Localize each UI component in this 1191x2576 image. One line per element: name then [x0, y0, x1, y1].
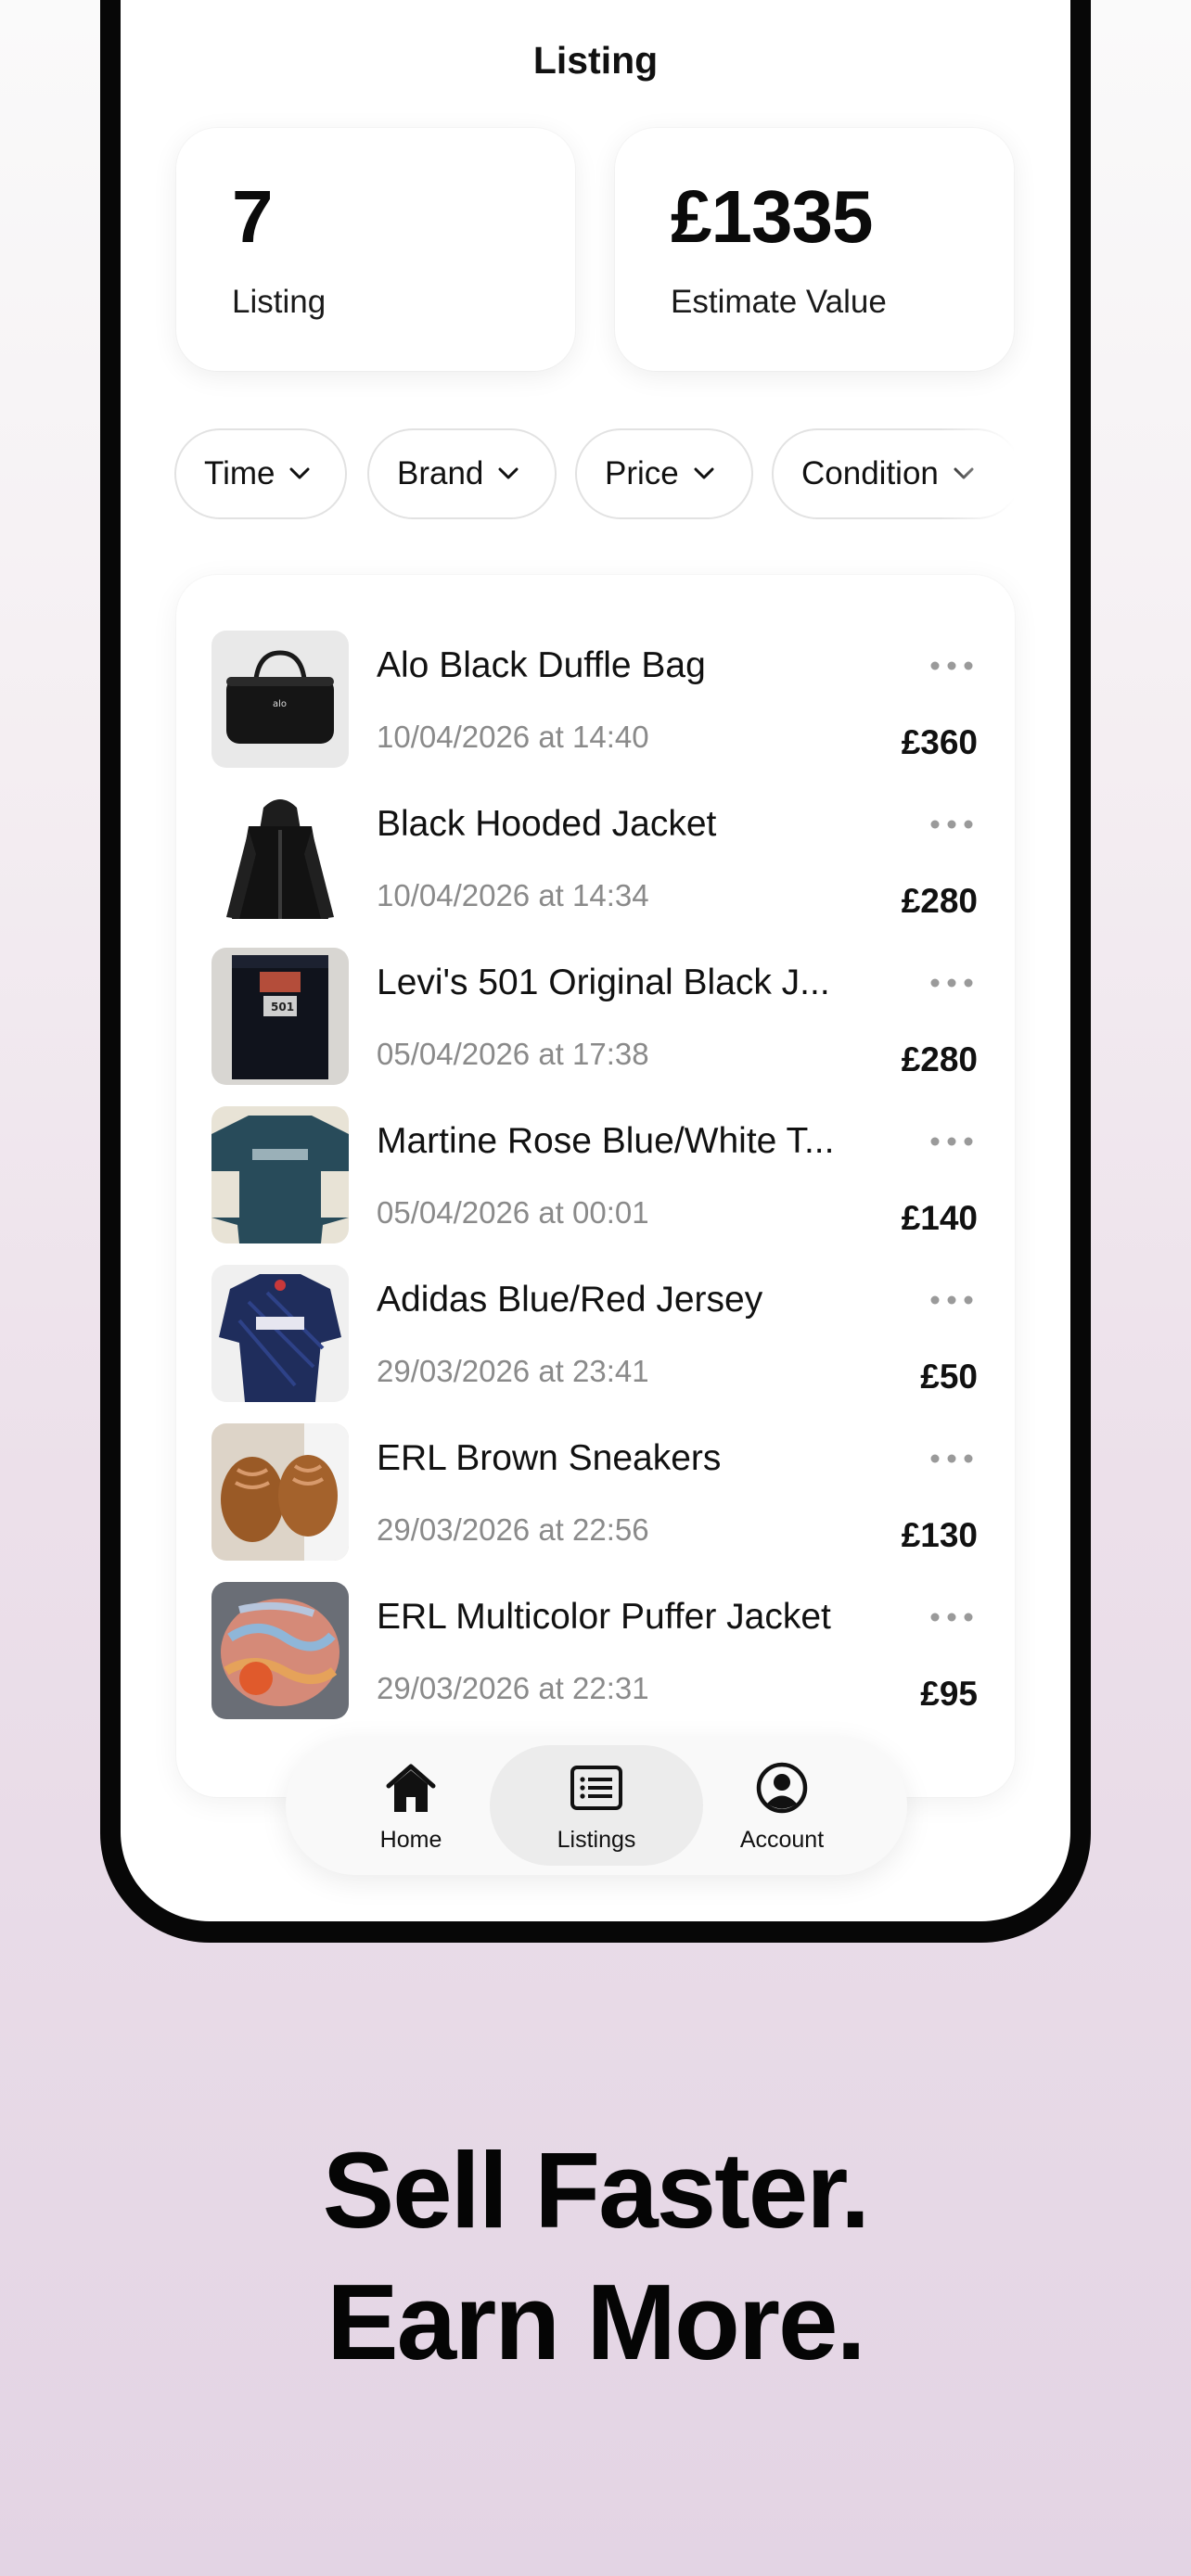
tab-label: Listings	[557, 1827, 636, 1853]
filter-label: Time	[204, 455, 275, 491]
tab-label: Account	[739, 1827, 825, 1853]
tab-account[interactable]: Account	[675, 1745, 889, 1866]
chevron-down-icon	[498, 467, 519, 479]
more-options-icon[interactable]	[928, 1449, 976, 1468]
listing-price: £130	[901, 1516, 978, 1554]
estimate-value: £1335	[671, 175, 873, 258]
listing-title: Alo Black Duffle Bag	[377, 645, 706, 685]
listing-date: 29/03/2026 at 22:56	[377, 1512, 649, 1547]
listing-price: £50	[920, 1358, 978, 1396]
listing-date: 10/04/2026 at 14:34	[377, 878, 649, 912]
duffle-bag-photo: alo	[211, 631, 349, 768]
list-item[interactable]: Black Hooded Jacket 10/04/2026 at 14:34 …	[176, 789, 1015, 928]
listing-title: Levi's 501 Original Black J...	[377, 963, 830, 1002]
listing-date: 10/04/2026 at 14:40	[377, 720, 649, 754]
listing-title: Martine Rose Blue/White T...	[377, 1121, 835, 1161]
marketing-headline-line-1: Sell Faster.	[322, 2130, 871, 2251]
svg-text:501: 501	[271, 1001, 294, 1014]
listing-price: £280	[901, 882, 978, 920]
more-options-icon[interactable]	[928, 974, 976, 992]
jersey-photo	[211, 1265, 349, 1402]
list-item[interactable]: 501 Levi's 501 Original Black J... 05/04…	[176, 948, 1015, 1087]
list-item[interactable]: Martine Rose Blue/White T... 05/04/2026 …	[176, 1106, 1015, 1245]
listing-title: Black Hooded Jacket	[377, 804, 717, 844]
more-options-icon[interactable]	[928, 1132, 976, 1151]
list-item[interactable]: Adidas Blue/Red Jersey 29/03/2026 at 23:…	[176, 1265, 1015, 1404]
filter-fade	[941, 428, 1015, 521]
sneakers-photo	[211, 1423, 349, 1561]
chevron-down-icon	[694, 467, 714, 479]
listing-date: 05/04/2026 at 00:01	[377, 1195, 649, 1230]
user-icon	[756, 1762, 808, 1814]
filter-label: Condition	[801, 455, 939, 491]
filter-price[interactable]: Price	[575, 428, 753, 519]
list-icon	[570, 1766, 622, 1810]
more-options-icon[interactable]	[928, 657, 976, 675]
tab-listings[interactable]: Listings	[490, 1745, 703, 1866]
estimate-value-card: £1335 Estimate Value	[615, 128, 1014, 371]
tshirt-photo	[211, 1106, 349, 1243]
listing-title: ERL Multicolor Puffer Jacket	[377, 1597, 831, 1637]
listing-date: 29/03/2026 at 23:41	[377, 1354, 649, 1388]
filter-time[interactable]: Time	[174, 428, 347, 519]
listing-price: £280	[901, 1040, 978, 1078]
jeans-photo: 501	[211, 948, 349, 1085]
list-item[interactable]: ERL Multicolor Puffer Jacket 29/03/2026 …	[176, 1582, 1015, 1721]
more-options-icon[interactable]	[928, 1608, 976, 1626]
listing-date: 29/03/2026 at 22:31	[377, 1671, 649, 1705]
svg-text:alo: alo	[273, 699, 287, 709]
list-item[interactable]: ERL Brown Sneakers 29/03/2026 at 22:56 £…	[176, 1423, 1015, 1562]
listing-count-value: 7	[232, 175, 273, 258]
chevron-down-icon	[289, 467, 310, 479]
filter-label: Price	[605, 455, 679, 491]
bottom-tab-bar: Home Listings Account	[286, 1736, 907, 1875]
estimate-value-label: Estimate Value	[671, 284, 887, 320]
listing-count-label: Listing	[232, 284, 327, 320]
list-item[interactable]: alo Alo Black Duffle Bag 10/04/2026 at 1…	[176, 631, 1015, 770]
app-screen: Listing 7 Listing £1335 Estimate Value T…	[121, 0, 1070, 1921]
hooded-jacket-photo	[211, 789, 349, 926]
listing-price: £140	[901, 1199, 978, 1237]
listing-price: £95	[920, 1675, 978, 1713]
puffer-jacket-photo	[211, 1582, 349, 1719]
filter-label: Brand	[397, 455, 484, 491]
listing-date: 05/04/2026 at 17:38	[377, 1037, 649, 1071]
filter-bar: Time Brand Price Condition	[174, 428, 1015, 521]
tab-label: Home	[379, 1827, 442, 1853]
listing-title: Adidas Blue/Red Jersey	[377, 1280, 763, 1320]
home-icon	[386, 1764, 436, 1812]
listings-list: alo Alo Black Duffle Bag 10/04/2026 at 1…	[176, 575, 1015, 1797]
listing-count-card: 7 Listing	[176, 128, 575, 371]
marketing-headline-line-2: Earn More.	[327, 2262, 865, 2382]
more-options-icon[interactable]	[928, 815, 976, 834]
page-title: Listing	[532, 39, 659, 82]
listing-price: £360	[901, 723, 978, 761]
tab-home[interactable]: Home	[304, 1745, 518, 1866]
more-options-icon[interactable]	[928, 1291, 976, 1309]
filter-brand[interactable]: Brand	[367, 428, 557, 519]
listing-title: ERL Brown Sneakers	[377, 1438, 722, 1478]
